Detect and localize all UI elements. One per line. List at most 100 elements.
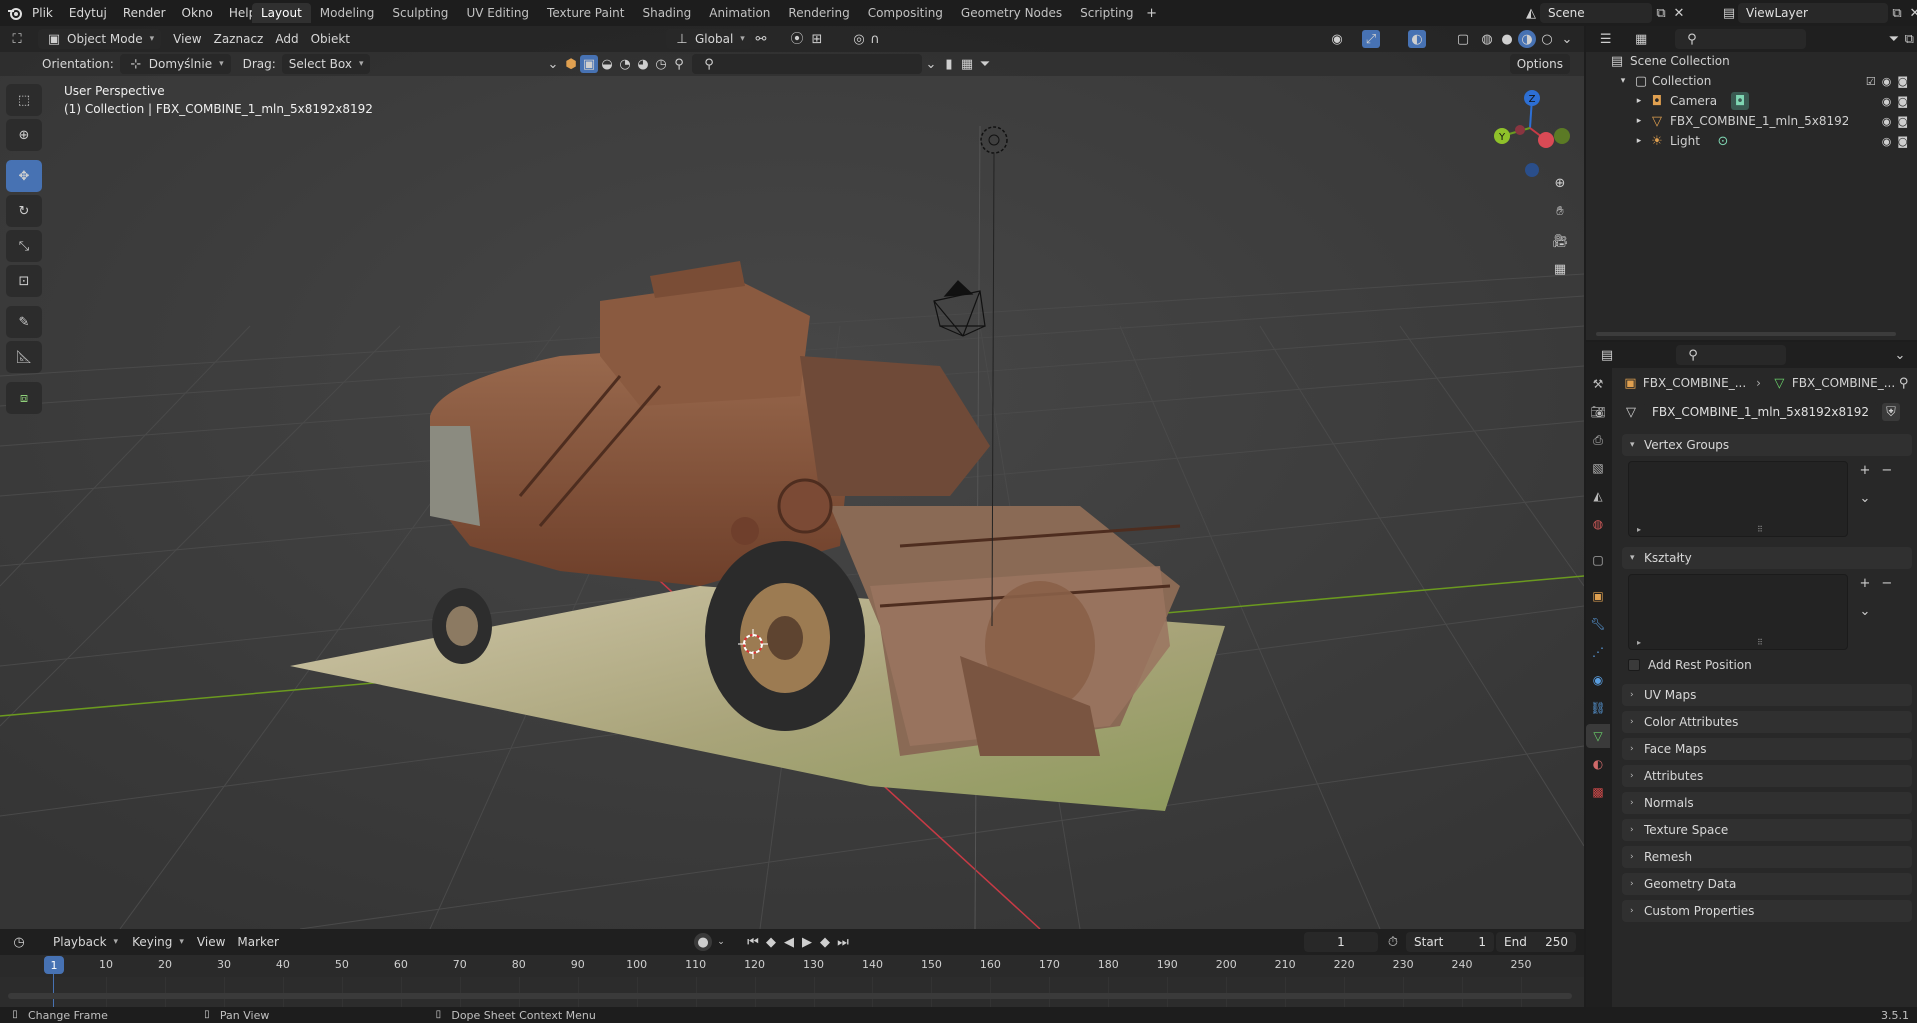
menu-add[interactable]: Add [269,29,304,49]
add-shape-key-icon[interactable]: + [1856,574,1874,592]
material-tab-icon[interactable]: ◐ [1586,752,1610,776]
scene-icon[interactable]: ◭ [1522,4,1540,22]
view-options-icon[interactable]: ▦ [958,55,976,73]
tab-shading[interactable]: Shading [633,3,700,23]
eye-icon[interactable]: ◉ [1882,75,1892,88]
snap-increment-icon[interactable]: ⊞ [808,30,826,48]
menu-window[interactable]: Okno [174,3,221,23]
collection-tab-icon[interactable]: ▢ [1586,548,1610,572]
new-collection-icon[interactable]: ⧉ [1902,30,1917,48]
expand-filter-icon[interactable]: ▸ [1637,638,1641,647]
add-cube-tool[interactable]: ⧈ [6,382,42,414]
surface-filter-icon[interactable]: ◔ [616,55,634,73]
panel-normals[interactable]: › Normals [1622,792,1912,814]
start-frame-field[interactable]: Start 1 [1406,932,1494,952]
delete-viewlayer-icon[interactable]: ✕ [1906,4,1917,22]
menu-view[interactable]: View [167,29,207,49]
camera-render-icon[interactable]: ◙ [1897,115,1908,128]
tab-texture-paint[interactable]: Texture Paint [538,3,633,23]
shading-options-icon[interactable]: ⌄ [1558,30,1576,48]
menu-render[interactable]: Render [115,3,174,23]
bookmark-icon[interactable]: ▮ [940,55,958,73]
tab-scripting[interactable]: Scripting [1071,3,1142,23]
mode-selector[interactable]: ▣ Object Mode [38,29,162,49]
shape-keys-list[interactable]: ▸ ⠿ [1628,574,1848,650]
x-axis-handle[interactable] [1538,132,1554,148]
add-vertex-group-icon[interactable]: + [1856,461,1874,479]
frame-ruler[interactable]: 10 20 30 40 50 60 70 80 90 100 110 120 130 140 150 160 1… [0,955,1584,1007]
chevron-down-icon[interactable]: ⌄ [1891,346,1909,364]
play-reverse-icon[interactable]: ◀ [780,933,798,951]
tab-animation[interactable]: Animation [700,3,779,23]
world-tab-icon[interactable]: ◍ [1586,512,1610,536]
viewlayer-field[interactable]: ViewLayer [1738,3,1888,23]
options-button[interactable]: Options [1509,54,1570,74]
panel-remesh[interactable]: › Remesh [1622,846,1912,868]
mesh-browse-icon[interactable]: ▽ [1622,403,1640,421]
panel-uv-maps[interactable]: › UV Maps [1622,684,1912,706]
marker-menu[interactable]: Marker [231,932,284,952]
text-filter-icon[interactable]: ◷ [652,55,670,73]
jump-end-icon[interactable]: ⏭ [834,933,852,951]
new-scene-icon[interactable]: ⧉ [1652,4,1670,22]
record-icon[interactable]: ● [694,933,712,951]
outliner-editor-icon[interactable]: ☰ [1598,30,1613,48]
viewport-search-input[interactable]: ⚲ [692,54,922,74]
rendered-shading-icon[interactable]: ○ [1538,30,1556,48]
display-mode-icon[interactable]: ▦ [1633,30,1648,48]
panel-geometry-data[interactable]: › Geometry Data [1622,873,1912,895]
timeline-view-menu[interactable]: View [191,932,231,952]
resize-handle-icon[interactable]: ⠿ [1757,638,1763,647]
view-layer-tab-icon[interactable]: ▧ [1586,456,1610,480]
filter-options-icon[interactable]: ⌄ [922,55,940,73]
outliner-search-input[interactable]: ⚲ [1674,29,1807,49]
panel-face-maps[interactable]: › Face Maps [1622,738,1912,760]
pan-hand-icon[interactable]: ✋︎ [1548,196,1572,226]
rotate-tool[interactable]: ↻ [6,195,42,227]
tab-uv-editing[interactable]: UV Editing [457,3,538,23]
mesh-name-field[interactable]: FBX_COMBINE_1_mln_5x8192x8192 [1644,402,1878,422]
properties-editor-icon[interactable]: ▤ [1598,346,1616,364]
camera-view-icon[interactable]: 🎥︎ [1548,226,1572,256]
annotate-tool[interactable]: ✎ [6,306,42,338]
playback-menu[interactable]: Playback [46,932,125,952]
pivot-icon[interactable]: ⚯ [752,30,770,48]
zoom-icon[interactable]: ⊕ [1548,170,1572,196]
tab-layout[interactable]: Layout [252,3,311,23]
tree-row-scene-collection[interactable]: ▤ Scene Collection [1608,51,1908,71]
tab-geometry-nodes[interactable]: Geometry Nodes [952,3,1071,23]
tree-row-mesh[interactable]: ▸ ▽ FBX_COMBINE_1_mln_5x8192x8192 ◉ ◙ [1608,111,1908,131]
object-type-filter-icon[interactable]: ⬢ [562,55,580,73]
render-tab-icon[interactable]: 📷︎ [1586,400,1610,424]
constraints-tab-icon[interactable]: ⛓ [1586,696,1610,720]
add-workspace-icon[interactable]: + [1143,4,1161,22]
editor-type-icon[interactable]: ⛶ [8,30,26,48]
solid-shading-icon[interactable]: ● [1498,30,1516,48]
menu-edit[interactable]: Edytuj [61,3,115,23]
tab-compositing[interactable]: Compositing [859,3,952,23]
mesh-filter-icon[interactable]: ▣ [580,55,598,73]
chevron-right-icon[interactable]: ▸ [1630,92,1648,110]
perspective-grid-icon[interactable]: ▦ [1548,256,1572,282]
filter-icon[interactable]: ⏷ [1886,30,1901,48]
camera-data-icon[interactable]: ◘ [1731,92,1750,110]
modifier-tab-icon[interactable]: 🔧︎ [1586,612,1610,636]
menu-select[interactable]: Zaznacz [208,29,270,49]
tree-row-light[interactable]: ▸ ☀ Light ⊙ ◉ ◙ [1608,131,1908,151]
pin-icon[interactable]: ⚲ [1895,374,1912,392]
chevron-down-icon[interactable]: ⌄ [544,55,562,73]
blender-logo-icon[interactable] [6,4,24,22]
curve-filter-icon[interactable]: ◒ [598,55,616,73]
menu-file[interactable]: Plik [24,3,61,23]
measure-tool[interactable]: 📐︎ [6,341,42,373]
scene-field[interactable]: Scene [1540,3,1652,23]
eye-icon[interactable]: ◉ [1882,115,1892,128]
3d-viewport[interactable]: ⛶ ▣ Object Mode View Zaznacz Add Obiekt … [0,26,1584,929]
shape-key-menu-icon[interactable]: ⌄ [1856,602,1874,620]
new-viewlayer-icon[interactable]: ⧉ [1888,4,1906,22]
add-rest-position-checkbox[interactable] [1628,659,1640,671]
orientation-dropdown[interactable]: ⊹ Domyślnie [119,54,231,74]
menu-object[interactable]: Obiekt [305,29,356,49]
play-icon[interactable]: ▶ [798,933,816,951]
jump-keyframe-back-icon[interactable]: ◆ [762,933,780,951]
